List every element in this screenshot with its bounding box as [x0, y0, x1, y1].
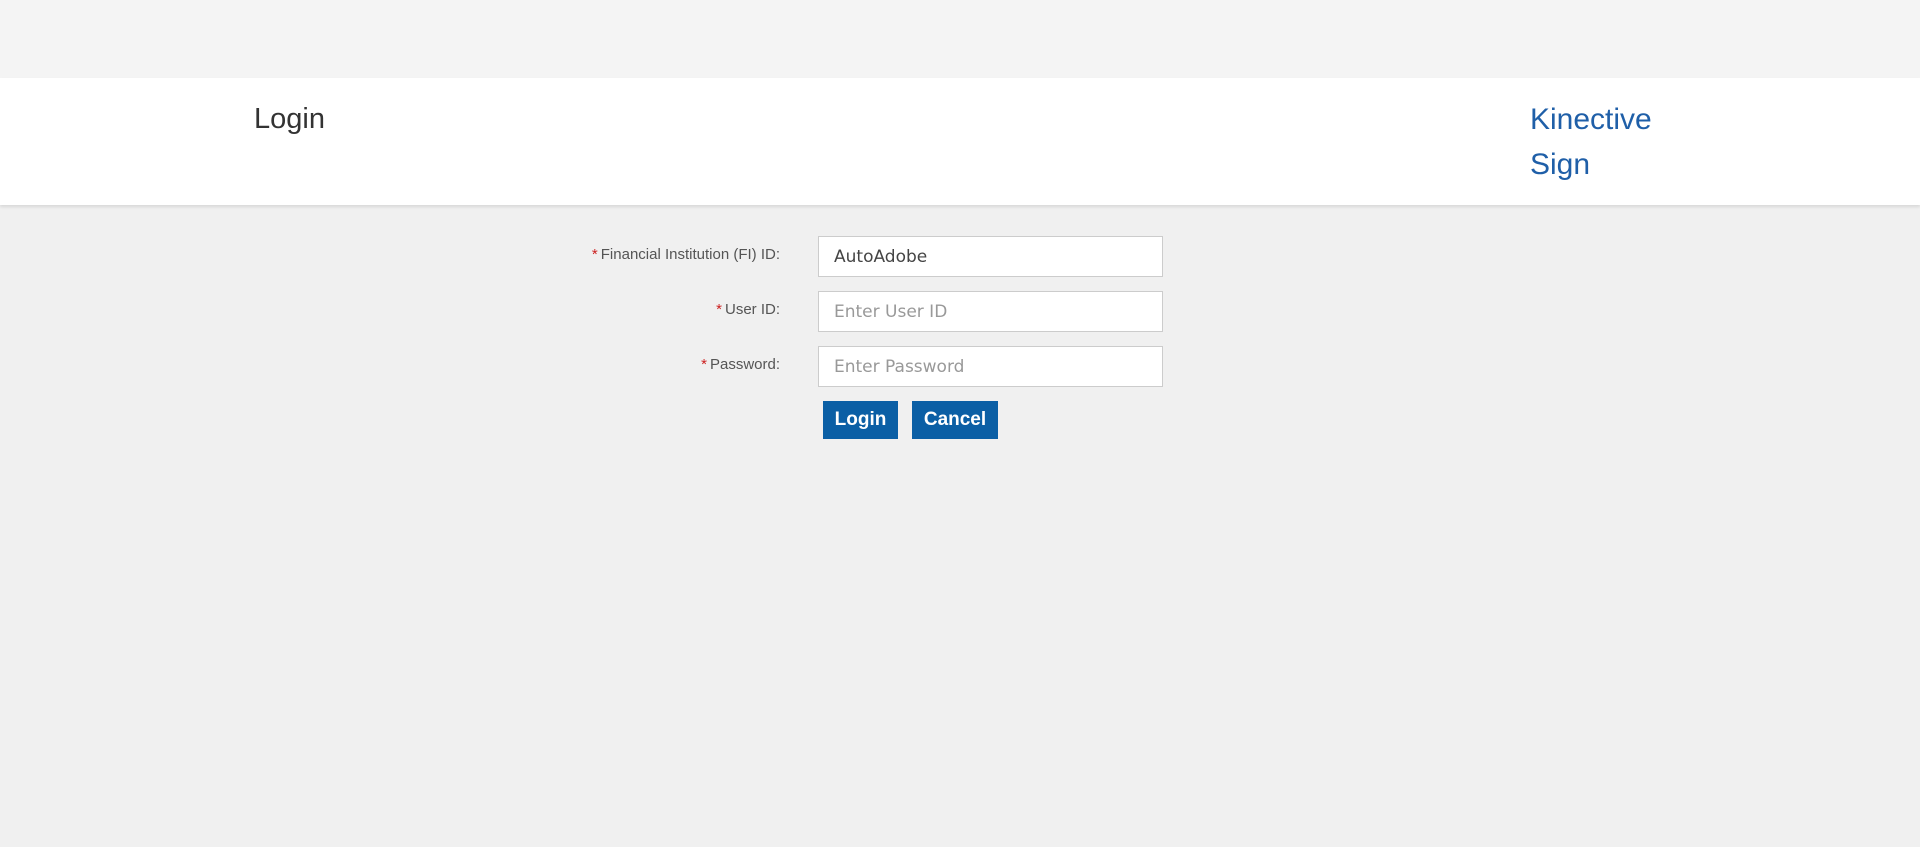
required-mark: *	[716, 301, 722, 318]
password-row: * Password:	[0, 346, 1920, 389]
fi-id-label-text: Financial Institution (FI) ID:	[600, 246, 780, 263]
required-mark: *	[701, 356, 707, 373]
password-label-text: Password:	[709, 356, 780, 373]
brand-logo-text[interactable]: Kinective Sign	[1530, 97, 1680, 187]
fi-id-row: * Financial Institution (FI) ID:	[0, 236, 1920, 279]
fi-id-input[interactable]	[818, 236, 1163, 277]
top-strip	[0, 0, 1920, 78]
page-title: Login	[254, 103, 325, 135]
required-mark: *	[591, 246, 598, 263]
login-button[interactable]: Login	[823, 401, 898, 439]
user-id-label: * User ID:	[716, 301, 780, 318]
cancel-button[interactable]: Cancel	[912, 401, 998, 439]
page-header: Login Kinective Sign	[0, 78, 1920, 205]
user-id-input[interactable]	[818, 291, 1163, 332]
fi-id-label: * Financial Institution (FI) ID:	[592, 246, 780, 263]
password-label: * Password:	[701, 356, 780, 373]
user-id-row: * User ID:	[0, 291, 1920, 334]
password-input[interactable]	[818, 346, 1163, 387]
user-id-label-text: User ID:	[724, 301, 780, 318]
